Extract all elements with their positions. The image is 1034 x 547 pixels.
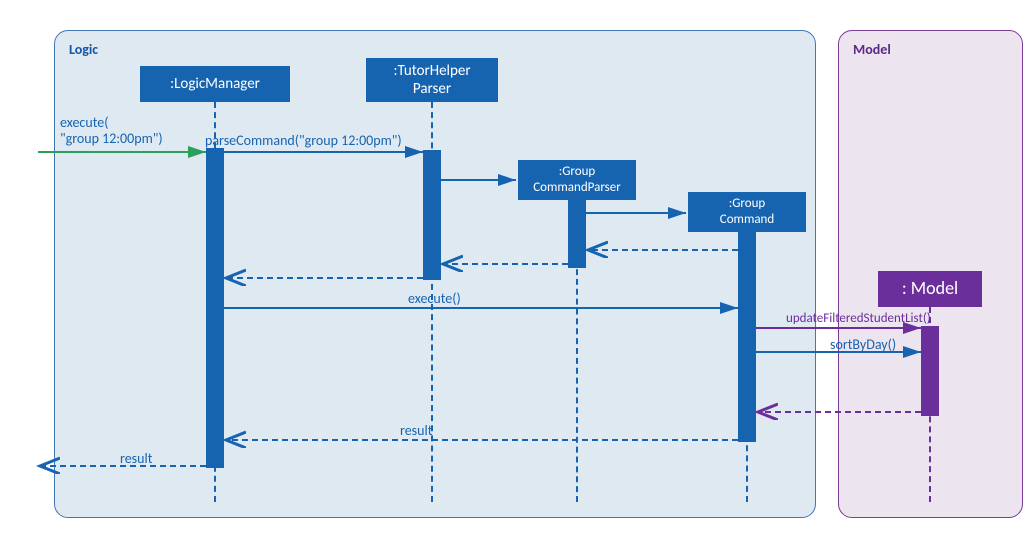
group-command-parser-activation <box>568 200 586 268</box>
group-command-parser-label: :Group CommandParser <box>533 164 621 195</box>
execute-label: execute() <box>408 290 461 307</box>
result-outer-label: result <box>120 450 152 467</box>
tutor-helper-parser-label: :TutorHelper Parser <box>393 62 470 98</box>
update-filtered-label: updateFilteredStudentList() <box>786 311 931 326</box>
external-execute-label: execute( "group 12:00pm") <box>60 115 163 147</box>
group-command-box: :Group Command <box>688 192 806 232</box>
logic-manager-box: :LogicManager <box>140 66 290 102</box>
tutor-helper-parser-activation <box>423 150 441 280</box>
parse-command-label: parseCommand("group 12:00pm") <box>205 132 402 149</box>
group-command-parser-box: :Group CommandParser <box>518 160 636 200</box>
tutor-helper-parser-box: :TutorHelper Parser <box>366 58 498 102</box>
model-box: : Model <box>878 271 982 307</box>
group-command-activation <box>738 232 756 442</box>
logic-frame-label: Logic <box>69 41 801 58</box>
model-label: : Model <box>902 278 958 300</box>
sort-by-day-label: sortByDay() <box>830 336 896 353</box>
logic-manager-activation <box>206 148 224 468</box>
result-inner-label: result <box>400 422 432 439</box>
group-command-label: :Group Command <box>720 196 774 227</box>
logic-manager-label: :LogicManager <box>170 75 260 93</box>
model-activation <box>921 326 939 416</box>
model-frame-label: Model <box>853 41 1008 58</box>
